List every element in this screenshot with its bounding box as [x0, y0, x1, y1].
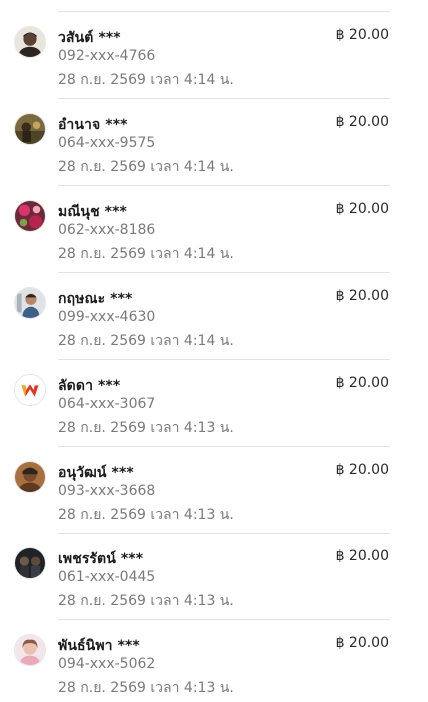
sender-phone: 064-xxx-9575 — [58, 135, 156, 151]
avatar-photo-icon — [15, 288, 45, 318]
sender-phone: 064-xxx-3067 — [58, 396, 156, 412]
avatar-photo-icon — [15, 114, 45, 144]
transaction-datetime: 28 ก.ย. 2569 เวลา 4:14 น. — [58, 159, 234, 175]
transaction-amount: ฿ 20.00 — [335, 375, 389, 391]
sender-phone: 062-xxx-8186 — [58, 222, 156, 238]
transaction-row[interactable]: อนุวัฒน์ *** 093-xxx-3668 28 ก.ย. 2569 เ… — [0, 447, 428, 534]
avatar — [14, 374, 46, 406]
sender-phone: 094-xxx-5062 — [58, 656, 156, 672]
sender-phone: 099-xxx-4630 — [58, 309, 156, 325]
sender-phone: 061-xxx-0445 — [58, 569, 156, 585]
transaction-datetime: 28 ก.ย. 2569 เวลา 4:13 น. — [58, 420, 234, 436]
sender-phone: 093-xxx-3668 — [58, 483, 156, 499]
avatar-photo-icon — [15, 635, 45, 665]
sender-name: เพชรรัตน์ *** — [58, 551, 144, 567]
transaction-amount: ฿ 20.00 — [335, 548, 389, 564]
transaction-list: วสันต์ *** 092-xxx-4766 28 ก.ย. 2569 เวล… — [0, 0, 428, 702]
avatar-photo-icon — [15, 548, 45, 578]
transaction-row[interactable]: ลัดดา *** 064-xxx-3067 28 ก.ย. 2569 เวลา… — [0, 360, 428, 447]
avatar — [14, 461, 46, 493]
transaction-amount: ฿ 20.00 — [335, 201, 389, 217]
transaction-amount: ฿ 20.00 — [335, 462, 389, 478]
transaction-row[interactable]: เพชรรัตน์ *** 061-xxx-0445 28 ก.ย. 2569 … — [0, 533, 428, 620]
avatar — [14, 113, 46, 145]
sender-name: วสันต์ *** — [58, 30, 121, 46]
avatar-photo-icon — [15, 27, 45, 57]
transaction-amount: ฿ 20.00 — [335, 635, 389, 651]
sender-name: ลัดดา *** — [58, 378, 121, 394]
sender-phone: 092-xxx-4766 — [58, 48, 156, 64]
sender-name: อำนาจ *** — [58, 117, 128, 133]
transaction-row[interactable]: อำนาจ *** 064-xxx-9575 28 ก.ย. 2569 เวลา… — [0, 99, 428, 186]
sender-name: อนุวัฒน์ *** — [58, 465, 134, 481]
avatar — [14, 287, 46, 319]
transaction-datetime: 28 ก.ย. 2569 เวลา 4:14 น. — [58, 333, 234, 349]
transaction-datetime: 28 ก.ย. 2569 เวลา 4:13 น. — [58, 507, 234, 523]
transaction-datetime: 28 ก.ย. 2569 เวลา 4:13 น. — [58, 593, 234, 609]
avatar — [14, 634, 46, 666]
transaction-row[interactable]: พันธ์นิพา *** 094-xxx-5062 28 ก.ย. 2569 … — [0, 620, 428, 702]
transaction-datetime: 28 ก.ย. 2569 เวลา 4:14 น. — [58, 72, 234, 88]
transaction-row[interactable]: กฤษณะ *** 099-xxx-4630 28 ก.ย. 2569 เวลา… — [0, 273, 428, 360]
transaction-datetime: 28 ก.ย. 2569 เวลา 4:14 น. — [58, 246, 234, 262]
transaction-datetime: 28 ก.ย. 2569 เวลา 4:13 น. — [58, 680, 234, 696]
avatar-photo-icon — [15, 462, 45, 492]
transaction-amount: ฿ 20.00 — [335, 288, 389, 304]
avatar-photo-icon — [15, 201, 45, 231]
transaction-amount: ฿ 20.00 — [335, 114, 389, 130]
avatar — [14, 547, 46, 579]
transaction-row[interactable]: มณีนุช *** 062-xxx-8186 28 ก.ย. 2569 เวล… — [0, 186, 428, 273]
avatar — [14, 200, 46, 232]
transaction-amount: ฿ 20.00 — [335, 27, 389, 43]
transaction-row[interactable]: วสันต์ *** 092-xxx-4766 28 ก.ย. 2569 เวล… — [0, 12, 428, 99]
sender-name: กฤษณะ *** — [58, 291, 133, 307]
avatar — [14, 26, 46, 58]
w-logo-icon — [15, 375, 45, 405]
sender-name: พันธ์นิพา *** — [58, 638, 140, 654]
sender-name: มณีนุช *** — [58, 204, 127, 220]
